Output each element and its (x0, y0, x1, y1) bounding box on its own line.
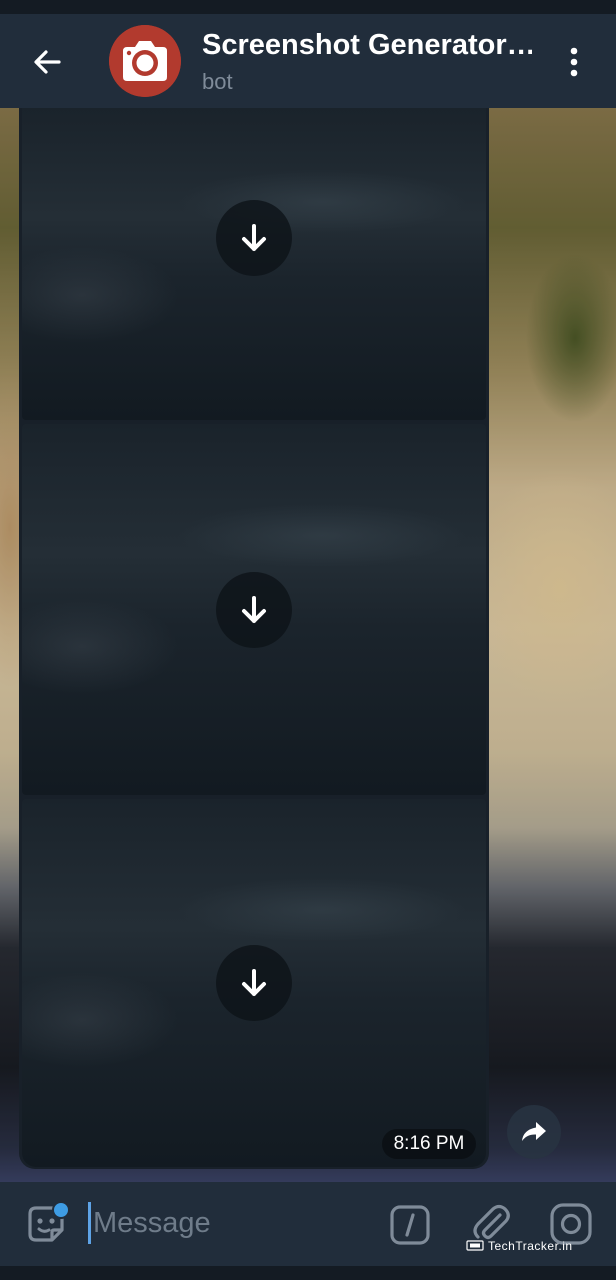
chat-header: Screenshot Generator… bot (0, 14, 616, 108)
bot-commands-button[interactable] (388, 1203, 432, 1247)
media-item[interactable] (22, 108, 486, 420)
notification-dot (52, 1201, 70, 1219)
media-message-bubble (19, 108, 489, 1169)
watermark-text: TechTracker.in (488, 1239, 573, 1253)
bot-avatar[interactable] (109, 25, 181, 97)
camera-icon (109, 25, 181, 97)
message-time: 8:16 PM (382, 1129, 476, 1159)
more-vertical-icon (570, 47, 578, 77)
media-item[interactable] (22, 424, 486, 795)
chat-title[interactable]: Screenshot Generator… (202, 29, 532, 62)
download-button[interactable] (216, 945, 292, 1021)
watermark: TechTracker.in (466, 1238, 573, 1254)
download-arrow-icon (242, 596, 266, 623)
media-item[interactable] (22, 799, 486, 1167)
message-input[interactable] (93, 1200, 363, 1246)
download-button[interactable] (216, 200, 292, 276)
text-cursor (88, 1202, 91, 1244)
monitor-icon (466, 1240, 484, 1251)
slash-command-icon (390, 1205, 430, 1245)
download-arrow-icon (242, 224, 266, 251)
status-bar (0, 0, 616, 14)
back-button[interactable] (22, 40, 72, 84)
chat-subtitle: bot (202, 69, 233, 94)
download-arrow-icon (242, 969, 266, 996)
navigation-bar (0, 1266, 616, 1280)
arrow-left-icon (34, 50, 61, 74)
share-forward-icon (522, 1122, 546, 1141)
download-button[interactable] (216, 572, 292, 648)
more-menu-button[interactable] (554, 40, 594, 84)
share-button[interactable] (507, 1105, 561, 1159)
